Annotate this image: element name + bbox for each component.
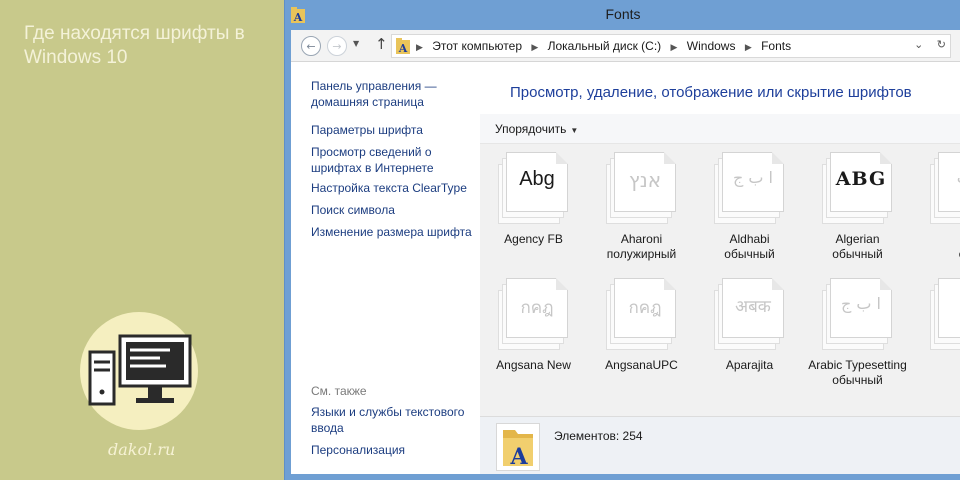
chevron-right-icon: ▶ xyxy=(416,42,423,52)
font-name: Aparajita xyxy=(725,358,774,372)
chevron-down-icon: ▼ xyxy=(353,39,360,48)
link-cleartype[interactable]: Настройка текста ClearType xyxy=(311,180,476,196)
fonts-folder-icon: A xyxy=(496,423,540,471)
arrow-left-icon: ← xyxy=(306,39,316,53)
window-title: Fonts xyxy=(605,6,641,22)
address-actions: ⌄ ↻ xyxy=(904,38,946,51)
font-name: A xyxy=(912,232,960,247)
recent-locations-button[interactable]: ▼ xyxy=(353,39,359,48)
font-file-icon: กคฎ xyxy=(606,278,678,350)
font-style: об xyxy=(912,247,960,262)
organize-label: Упорядочить xyxy=(495,122,567,136)
font-file-icon: ا ب ج xyxy=(714,152,786,224)
font-name: Arabic Typesetting xyxy=(808,358,907,372)
font-sample: אנץ xyxy=(628,168,662,192)
font-sample: ABG xyxy=(835,168,887,190)
font-file-icon: ا ب xyxy=(930,152,960,224)
font-style: обычный xyxy=(832,373,883,387)
link-find-character[interactable]: Поиск символа xyxy=(311,202,476,218)
font-name: Algerian xyxy=(835,232,880,246)
breadcrumb-item-fonts[interactable]: Fonts xyxy=(761,39,791,53)
up-button[interactable]: ↑ xyxy=(375,35,388,53)
address-dropdown-icon[interactable]: ⌄ xyxy=(914,38,923,51)
font-name: AngsanaUPC xyxy=(605,358,678,372)
font-grid: Abg Agency FB אנץ Aharoni полужирный ا ب… xyxy=(480,144,960,416)
font-sample: अबक xyxy=(735,297,771,317)
breadcrumb-path: ▶ Этот компьютер ▶ Локальный диск (C:) ▶… xyxy=(416,39,791,53)
font-file-icon: กคฎ xyxy=(498,278,570,350)
command-bar: Упорядочить ▼ xyxy=(480,114,960,144)
site-name: dakol.ru xyxy=(108,440,176,459)
side-panel: Где находятся шрифты в Windows 10 dakol.… xyxy=(0,0,280,480)
font-name: Agency FB xyxy=(504,232,563,246)
link-fonts-online[interactable]: Просмотр сведений о шрифтах в Интернете xyxy=(311,144,441,176)
breadcrumb-item-windows[interactable]: Windows xyxy=(687,39,736,53)
forward-button[interactable]: → xyxy=(327,36,347,56)
arrow-up-icon: ↑ xyxy=(375,35,388,53)
article-title: Где находятся шрифты в Windows 10 xyxy=(24,23,245,68)
font-file-icon: אנץ xyxy=(606,152,678,224)
link-change-font-size[interactable]: Изменение размера шрифта xyxy=(311,224,476,240)
font-sample: Abg xyxy=(519,168,555,190)
font-sample: ا ب ج xyxy=(732,168,773,187)
back-button[interactable]: ← xyxy=(301,36,321,56)
font-file-icon: Abg xyxy=(498,152,570,224)
link-control-panel-home[interactable]: Панель управления — домашняя страница xyxy=(311,78,461,110)
computer-illustration xyxy=(80,312,198,430)
window-content: Панель управления — домашняя страница Па… xyxy=(291,62,960,474)
explorer-window: A Fonts ← → ▼ ↑ A ▶ Этот компьютер ▶ Лок… xyxy=(284,0,960,480)
link-font-settings[interactable]: Параметры шрифта xyxy=(311,122,471,138)
details-pane: A Элементов: 254 xyxy=(480,416,960,474)
page-title: Просмотр, удаление, отображение или скры… xyxy=(510,84,912,101)
link-language-services[interactable]: Языки и службы текстового ввода xyxy=(311,404,471,436)
svg-text:A: A xyxy=(398,42,408,54)
breadcrumb[interactable]: A ▶ Этот компьютер ▶ Локальный диск (C:)… xyxy=(391,34,951,58)
font-style: обычный xyxy=(724,247,775,261)
item-count: Элементов: 254 xyxy=(554,429,643,443)
refresh-icon[interactable]: ↻ xyxy=(937,38,946,51)
font-sample: กคฎ xyxy=(520,298,554,318)
font-name: Aldhabi xyxy=(729,232,770,246)
arrow-right-icon: → xyxy=(332,39,342,53)
title-bar[interactable]: A Fonts xyxy=(285,0,960,30)
chevron-right-icon: ▶ xyxy=(670,42,678,52)
fonts-folder-icon: A xyxy=(396,38,410,54)
font-name: Angsana New xyxy=(496,358,571,372)
address-bar: ← → ▼ ↑ A ▶ Этот компьютер ▶ Локальный д… xyxy=(291,30,960,62)
chevron-right-icon: ▶ xyxy=(531,42,539,52)
chevron-down-icon: ▼ xyxy=(570,126,579,135)
organize-button[interactable]: Упорядочить ▼ xyxy=(495,122,578,136)
breadcrumb-item-local-disk[interactable]: Локальный диск (C:) xyxy=(548,39,662,53)
font-sample: ا ب ج xyxy=(840,294,881,313)
font-file-icon: A xyxy=(930,278,960,350)
font-file-icon: ا ب ج xyxy=(822,278,894,350)
breadcrumb-item-this-pc[interactable]: Этот компьютер xyxy=(432,39,522,53)
font-style: обычный xyxy=(832,247,883,261)
svg-text:A: A xyxy=(509,444,528,470)
chevron-right-icon: ▶ xyxy=(744,42,752,52)
computer-icon xyxy=(88,334,192,406)
link-personalization[interactable]: Персонализация xyxy=(311,442,471,458)
font-file-icon: ABG xyxy=(822,152,894,224)
font-sample: กคฎ xyxy=(628,298,662,318)
font-style: полужирный xyxy=(606,247,677,261)
font-name: Aharoni xyxy=(620,232,663,246)
font-sample: A xyxy=(938,294,960,325)
see-also-label: См. также xyxy=(311,384,367,398)
font-sample: ا ب xyxy=(938,168,960,187)
font-file-icon: अबक xyxy=(714,278,786,350)
